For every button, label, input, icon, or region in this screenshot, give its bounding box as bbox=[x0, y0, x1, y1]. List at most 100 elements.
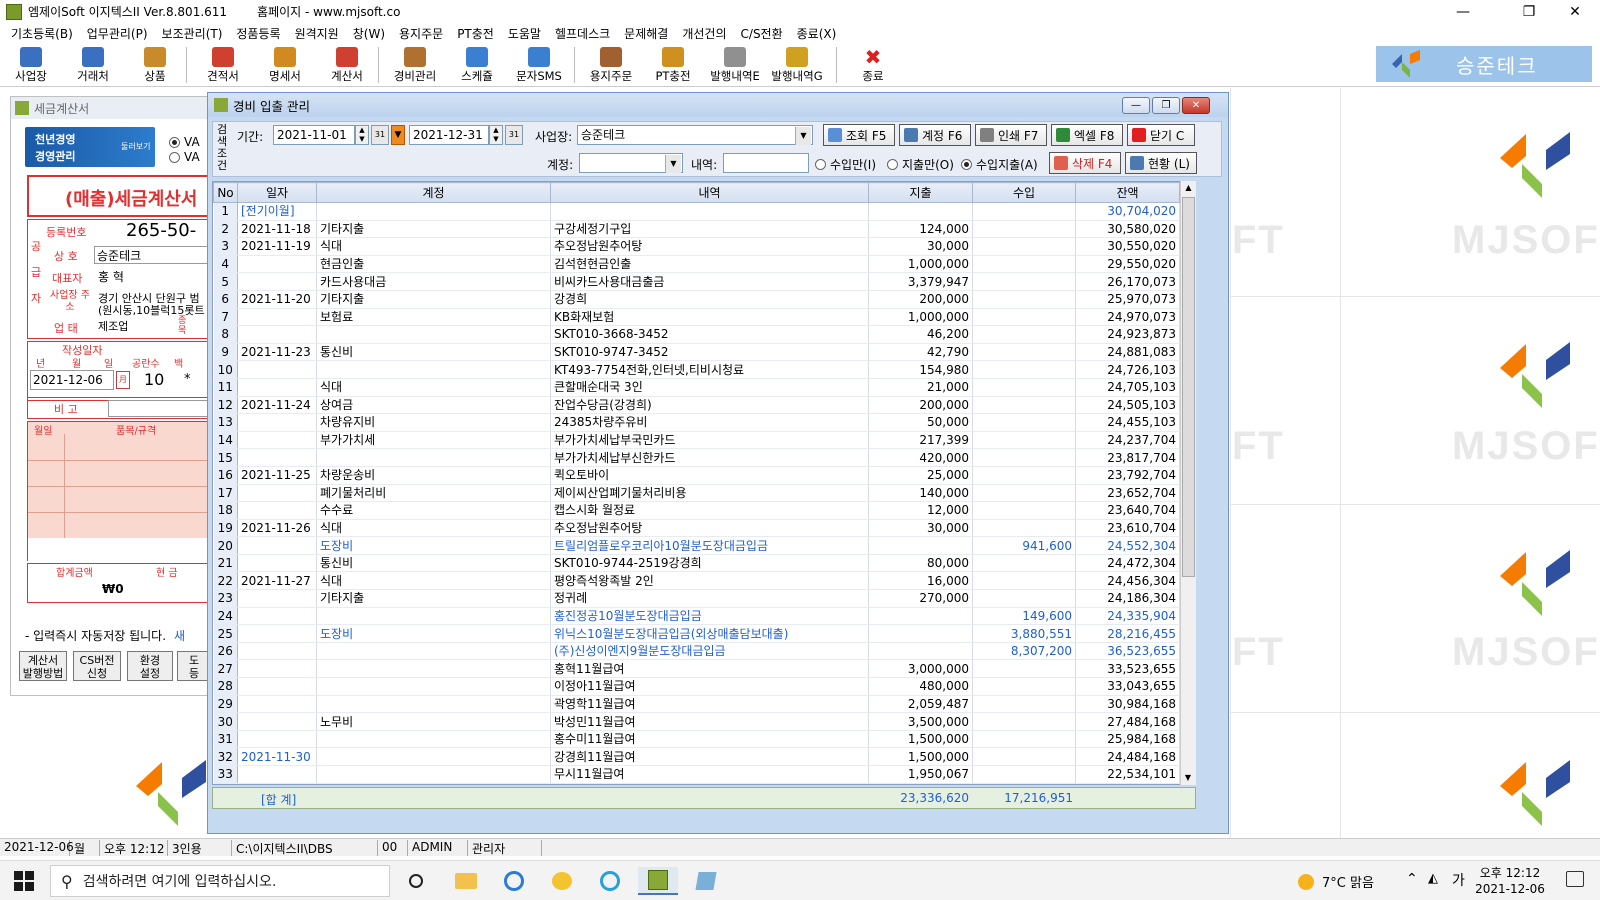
scrollbar-thumb[interactable] bbox=[1182, 197, 1195, 577]
row-number[interactable]: 23 bbox=[213, 589, 238, 608]
ad-banner[interactable]: 천년경영 경영관리 둘러보기 bbox=[25, 127, 155, 167]
row-income[interactable] bbox=[972, 589, 1076, 608]
row-date[interactable] bbox=[237, 554, 317, 573]
row-income[interactable] bbox=[972, 413, 1076, 432]
calendar-icon[interactable]: 月 bbox=[116, 371, 130, 389]
row-expense[interactable]: 1,500,000 bbox=[868, 747, 973, 766]
row-expense[interactable]: 217,399 bbox=[868, 431, 973, 450]
edge-browser-icon[interactable] bbox=[494, 867, 534, 895]
row-balance[interactable]: 30,704,020 bbox=[1075, 202, 1180, 221]
row-balance[interactable]: 30,984,168 bbox=[1075, 695, 1180, 714]
row-income[interactable] bbox=[972, 554, 1076, 573]
table-row[interactable]: 8 SKT010-3668-3452 46,200 24,923,873 bbox=[213, 325, 1180, 344]
menu-item[interactable]: 기초등록(B) bbox=[4, 25, 80, 42]
row-expense[interactable]: 270,000 bbox=[868, 589, 973, 608]
expense-management-window[interactable]: 경비 입출 관리 — ❐ ✕ 검색조건 기간: 2021-11-01 ▲ ▼ 31… bbox=[207, 92, 1229, 834]
row-date[interactable] bbox=[237, 765, 317, 784]
row-date[interactable]: 2021-11-26 bbox=[237, 519, 317, 538]
row-date[interactable] bbox=[237, 272, 317, 291]
maximize-window-button[interactable]: ❐ bbox=[1506, 0, 1552, 23]
row-balance[interactable]: 23,640,704 bbox=[1075, 501, 1180, 520]
table-row[interactable]: 25 도장비 위닉스10월분도장대금입금(외상매출담보대출) 3,880,551 28,… bbox=[213, 624, 1180, 643]
row-number[interactable]: 25 bbox=[213, 624, 238, 643]
description-input[interactable] bbox=[723, 153, 809, 173]
row-date[interactable] bbox=[237, 325, 317, 344]
row-income[interactable] bbox=[972, 571, 1076, 591]
row-income[interactable] bbox=[972, 466, 1076, 485]
row-account[interactable]: 식대 bbox=[316, 237, 551, 256]
print-button[interactable]: 인쇄 F7 bbox=[975, 124, 1047, 146]
row-number[interactable]: 14 bbox=[213, 431, 238, 450]
row-expense[interactable]: 2,059,487 bbox=[868, 695, 973, 714]
table-row[interactable]: 29 곽영학11월급여 2,059,487 30,984,168 bbox=[213, 695, 1180, 714]
row-description[interactable]: 부가가치세납부신한카드 bbox=[550, 448, 869, 467]
row-number[interactable]: 12 bbox=[213, 396, 238, 415]
row-date[interactable]: [전기이월] bbox=[237, 202, 317, 221]
table-row[interactable]: 14 부가가치세 부가가치세납부국민카드 217,399 24,237,704 bbox=[213, 431, 1180, 450]
toolbar-button[interactable]: 계산서 bbox=[316, 45, 378, 85]
row-expense[interactable]: 124,000 bbox=[868, 220, 973, 239]
search-button[interactable]: 조회 F5 bbox=[823, 124, 895, 146]
window-restore-button[interactable]: ❐ bbox=[1152, 97, 1180, 114]
row-account[interactable]: 현금인출 bbox=[316, 255, 551, 274]
weather-widget[interactable]: 7°C 맑음 bbox=[1298, 872, 1374, 891]
row-description[interactable]: 비씨카드사용대금출금 bbox=[550, 272, 869, 291]
row-balance[interactable]: 26,170,073 bbox=[1075, 272, 1180, 291]
table-row[interactable]: 6 2021-11-20 기타지출 강경희 200,000 25,970,073 bbox=[213, 290, 1180, 309]
row-income[interactable]: 8,307,200 bbox=[972, 642, 1076, 661]
row-description[interactable]: 강경희 bbox=[550, 290, 869, 309]
row-balance[interactable]: 29,550,020 bbox=[1075, 255, 1180, 274]
menu-item[interactable]: 정품등록 bbox=[229, 25, 287, 42]
row-account[interactable] bbox=[316, 360, 551, 379]
row-description[interactable]: 부가가치세납부국민카드 bbox=[550, 431, 869, 450]
row-income[interactable]: 941,600 bbox=[972, 536, 1076, 555]
va-radio-2[interactable]: VA bbox=[169, 150, 200, 164]
close-button[interactable]: 닫기 C bbox=[1127, 124, 1195, 146]
row-balance[interactable]: 22,534,101 bbox=[1075, 765, 1180, 784]
generic-app-icon[interactable] bbox=[686, 867, 726, 895]
row-number[interactable]: 8 bbox=[213, 325, 238, 344]
row-date[interactable] bbox=[237, 695, 317, 714]
row-number[interactable]: 3 bbox=[213, 237, 238, 256]
row-expense[interactable] bbox=[868, 624, 973, 643]
row-date[interactable]: 2021-11-23 bbox=[237, 343, 317, 362]
table-row[interactable]: 7 보험료 KB화재보험 1,000,000 24,970,073 bbox=[213, 308, 1180, 327]
file-explorer-icon[interactable] bbox=[446, 867, 486, 895]
row-date[interactable] bbox=[237, 413, 317, 432]
table-row[interactable]: 24 홍진정공10월분도장대금입금 149,600 24,335,904 bbox=[213, 607, 1180, 626]
row-account[interactable]: 차량운송비 bbox=[316, 466, 551, 485]
row-expense[interactable] bbox=[868, 607, 973, 626]
row-account[interactable]: 보험료 bbox=[316, 308, 551, 327]
row-number[interactable]: 5 bbox=[213, 272, 238, 291]
period-dropdown-icon[interactable]: ▼ bbox=[391, 125, 405, 145]
menu-item[interactable]: 용지주문 bbox=[392, 25, 450, 42]
row-description[interactable]: SKT010-9744-2519강경희 bbox=[550, 554, 869, 573]
status-button[interactable]: 현황 (L) bbox=[1125, 152, 1197, 174]
row-income[interactable] bbox=[972, 747, 1076, 766]
row-date[interactable] bbox=[237, 712, 317, 731]
row-date[interactable] bbox=[237, 484, 317, 503]
table-row[interactable]: 10 KT493-7754전화,인터넷,티비시청료 154,980 24,726,10… bbox=[213, 360, 1180, 379]
row-number[interactable]: 30 bbox=[213, 712, 238, 731]
row-date[interactable]: 2021-11-19 bbox=[237, 237, 317, 256]
row-number[interactable]: 33 bbox=[213, 765, 238, 784]
row-income[interactable] bbox=[972, 730, 1076, 749]
task-view-icon[interactable] bbox=[396, 867, 436, 895]
row-income[interactable] bbox=[972, 677, 1076, 696]
column-header[interactable]: 수입 bbox=[972, 182, 1076, 203]
table-row[interactable]: 19 2021-11-26 식대 추오정남원추어탕 30,000 23,610,704 bbox=[213, 519, 1180, 538]
row-income[interactable] bbox=[972, 325, 1076, 344]
row-account[interactable]: 폐기물처리비 bbox=[316, 484, 551, 503]
row-income[interactable] bbox=[972, 343, 1076, 362]
row-date[interactable] bbox=[237, 677, 317, 696]
row-balance[interactable]: 23,610,704 bbox=[1075, 519, 1180, 538]
cs-version-button[interactable]: CS버전 신청 bbox=[73, 651, 121, 681]
column-header[interactable]: No bbox=[213, 182, 238, 203]
invoice-method-button[interactable]: 계산서 발행방법 bbox=[19, 651, 67, 681]
row-date[interactable] bbox=[237, 607, 317, 626]
table-row[interactable]: 16 2021-11-25 차량운송비 퀵오토바이 25,000 23,792,704 bbox=[213, 466, 1180, 485]
row-income[interactable] bbox=[972, 519, 1076, 538]
toolbar-button[interactable]: 발행내역G bbox=[766, 45, 828, 85]
row-balance[interactable]: 24,472,304 bbox=[1075, 554, 1180, 573]
row-account[interactable] bbox=[316, 642, 551, 661]
